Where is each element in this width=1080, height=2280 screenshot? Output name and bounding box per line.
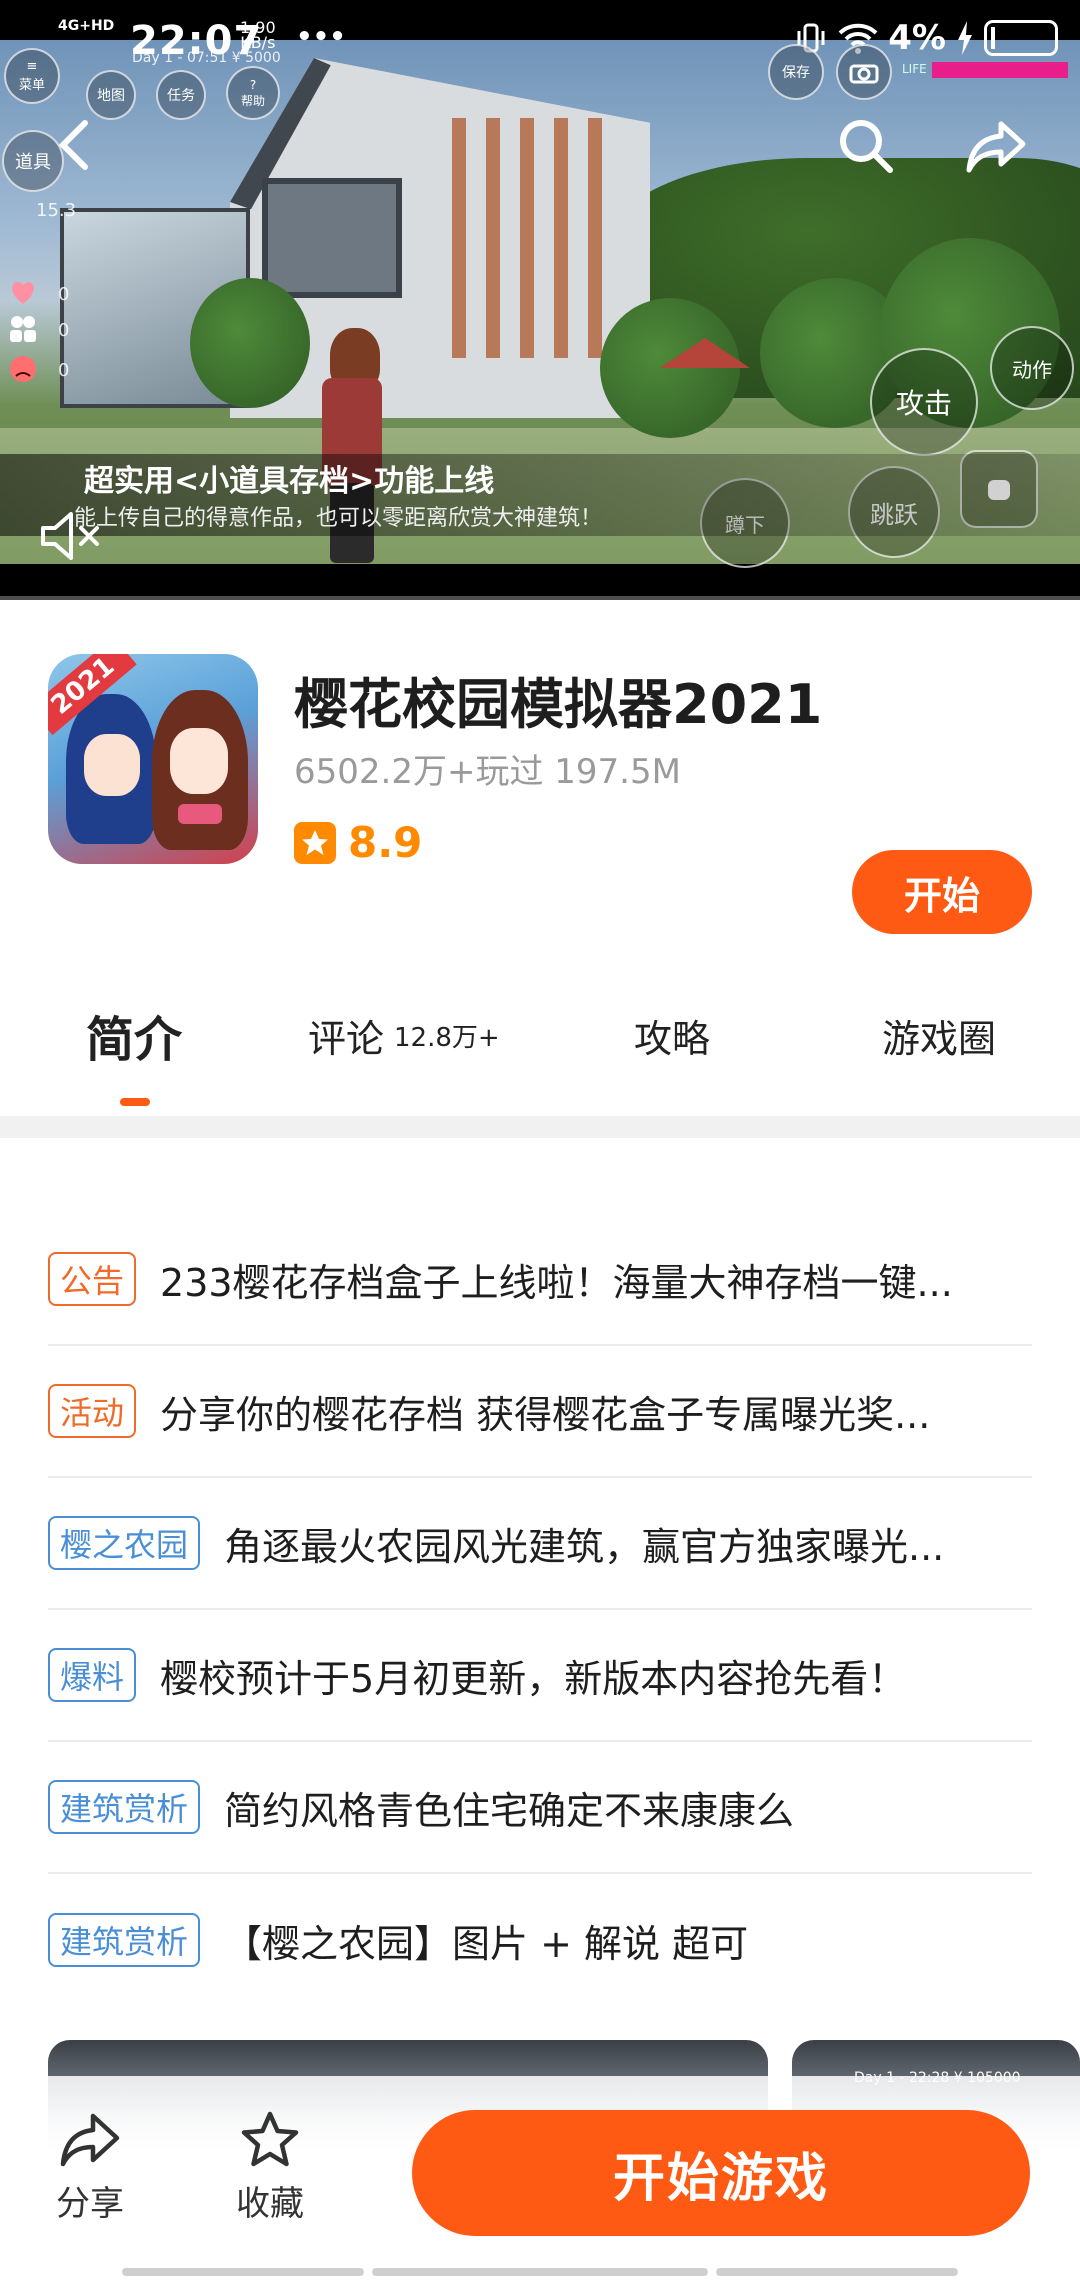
post-item[interactable]: 建筑赏析 简约风格青色住宅确定不来康康么	[48, 1742, 1032, 1874]
game-stat-friends: 0	[58, 320, 70, 341]
mute-icon	[41, 512, 99, 560]
life-bar	[932, 62, 1068, 78]
start-button[interactable]: 开始	[852, 850, 1032, 934]
share-label: 分享	[56, 2184, 124, 2224]
post-title: 樱校预计于5月初更新，新版本内容抢先看！	[160, 1656, 907, 1701]
post-item[interactable]: 樱之农园 角逐最火农园风光建筑，赢官方独家曝光...	[48, 1478, 1032, 1610]
game-stat-anger: 0	[58, 360, 70, 381]
game-save-button: 保存	[768, 44, 824, 100]
camera-icon	[849, 64, 879, 84]
game-day-money: Day 1 - 07:51 ¥ 5000	[132, 50, 281, 66]
nav-gesture-bar	[372, 2268, 708, 2276]
tab-label: 游戏圈	[882, 1016, 997, 1061]
heart-icon	[12, 282, 34, 304]
charging-icon	[958, 21, 972, 55]
post-item[interactable]: 公告 233樱花存档盒子上线啦！海量大神存档一键...	[48, 1214, 1032, 1346]
video-banner-title: 超实用<小道具存档>功能上线	[84, 464, 495, 499]
network-speed: 1.90 KB/s	[240, 18, 276, 52]
share-button[interactable]: 分享	[30, 2110, 150, 2225]
video-progress-bar[interactable]	[0, 596, 1080, 600]
video-banner-subtitle: 能上传自己的得意作品，也可以零距离欣赏大神建筑！	[74, 506, 603, 531]
tab-label: 攻略	[634, 1016, 711, 1061]
battery-percent: 4%	[888, 18, 946, 58]
favorite-button[interactable]: 收藏	[210, 2110, 330, 2225]
tab-comments[interactable]: 评论 12.8万+	[308, 980, 500, 1090]
post-title: 233樱花存档盒子上线啦！海量大神存档一键...	[160, 1260, 953, 1305]
game-stat-a: 15.3	[36, 200, 77, 221]
post-tag: 爆料	[48, 1648, 137, 1702]
tab-intro[interactable]: 简介	[86, 980, 182, 1090]
nav-gesture-bar	[716, 2268, 958, 2276]
battery-icon	[984, 20, 1058, 56]
back-button[interactable]	[40, 110, 110, 180]
app-rating: 8.9	[294, 818, 422, 867]
post-tag: 樱之农园	[48, 1516, 201, 1570]
app-icon: 2021	[48, 654, 258, 864]
post-tag: 活动	[48, 1384, 137, 1438]
status-bar: 4G+HD 22:07 1.90 KB/s ••• 4%	[0, 0, 1080, 64]
post-tag: 建筑赏析	[48, 1913, 201, 1967]
start-game-button[interactable]: 开始游戏	[412, 2110, 1030, 2236]
post-tag: 公告	[48, 1252, 137, 1306]
tab-game-circle[interactable]: 游戏圈	[882, 980, 996, 1090]
post-item[interactable]: 活动 分享你的樱花存档 获得樱花盒子专属曝光奖...	[48, 1346, 1032, 1478]
game-menu-button: ≡ 菜单	[4, 48, 60, 104]
app-meta: 6502.2万+玩过 197.5M	[294, 752, 681, 792]
favorite-label: 收藏	[236, 2184, 304, 2224]
active-tab-indicator	[120, 1098, 150, 1106]
game-camera-button	[836, 44, 892, 100]
game-action-button: 动作	[990, 326, 1074, 410]
share-top-button[interactable]	[956, 106, 1036, 186]
star-outline-icon	[241, 2111, 299, 2167]
video-player[interactable]: 4G+HD 22:07 1.90 KB/s ••• 4% ≡ 菜单 地图 任务 ? 帮…	[0, 0, 1080, 600]
post-title: 角逐最火农园风光建筑，赢官方独家曝光...	[224, 1524, 945, 1569]
post-title: 分享你的樱花存档 获得樱花盒子专属曝光奖...	[160, 1392, 931, 1437]
network-indicator: 4G+HD	[58, 18, 115, 34]
post-item[interactable]: 爆料 樱校预计于5月初更新，新版本内容抢先看！	[48, 1610, 1032, 1742]
post-title: 【樱之农园】图片 + 解说 超可	[224, 1921, 749, 1966]
star-icon	[294, 821, 336, 864]
tab-comment-count: 12.8万+	[394, 1022, 500, 1053]
game-help-button: ? 帮助	[226, 66, 280, 120]
search-button[interactable]	[826, 106, 906, 186]
post-item[interactable]: 建筑赏析 【樱之农园】图片 + 解说 超可	[48, 1874, 1032, 2006]
back-arrow-icon	[58, 120, 88, 170]
tab-guides[interactable]: 攻略	[634, 980, 710, 1090]
game-stat-heart: 0	[58, 284, 70, 305]
more-notifications-icon: •••	[296, 22, 346, 52]
post-tag: 建筑赏析	[48, 1780, 201, 1834]
game-task-button: 任务	[156, 70, 206, 120]
nav-gesture-bar	[122, 2268, 364, 2276]
game-attack-button: 攻击	[870, 348, 978, 456]
post-title: 简约风格青色住宅确定不来康康么	[224, 1788, 795, 1833]
section-divider	[0, 1116, 1080, 1138]
rating-value: 8.9	[348, 818, 423, 867]
life-label: LIFE	[902, 62, 927, 76]
angry-face-icon	[10, 356, 36, 382]
tab-bar: 简介 评论 12.8万+ 攻略 游戏圈	[0, 980, 1080, 1090]
tab-label: 简介	[86, 1012, 183, 1068]
app-title: 樱花校园模拟器2021	[294, 673, 823, 736]
search-icon	[840, 120, 893, 173]
mute-button[interactable]	[34, 500, 106, 572]
share-icon	[966, 121, 1026, 173]
friends-icon	[10, 316, 36, 342]
share-icon	[60, 2113, 120, 2167]
tab-label: 评论	[308, 1016, 385, 1061]
